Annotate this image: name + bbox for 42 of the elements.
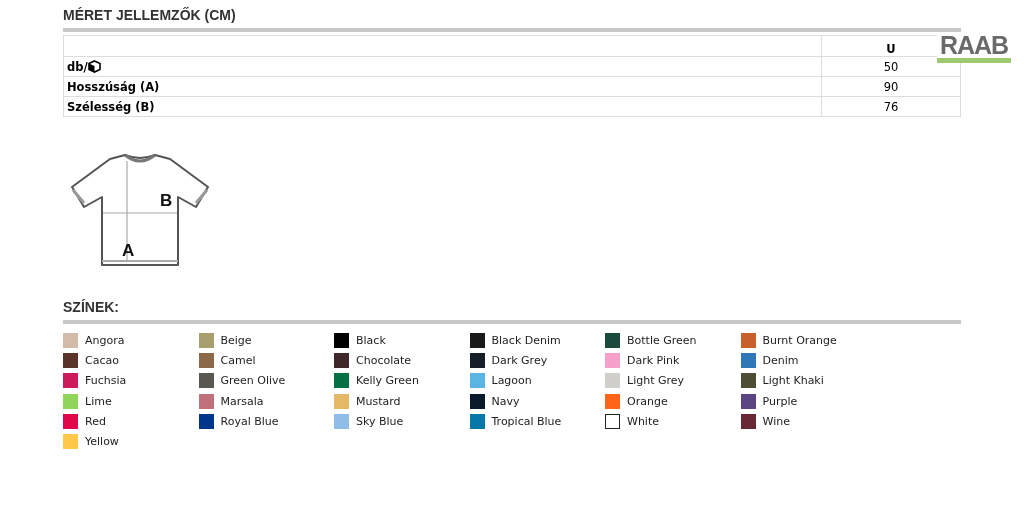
color-name: Light Grey (627, 374, 685, 388)
color-name: Burnt Orange (762, 333, 837, 347)
color-name: Red (85, 414, 106, 428)
row-label-text: Hosszúság (A) (67, 79, 160, 94)
color-name: Kelly Green (356, 374, 419, 388)
color-name: Royal Blue (220, 414, 279, 428)
color-name: Purple (762, 394, 798, 408)
row-label-text: db/ (67, 59, 88, 74)
color-name: Fuchsia (85, 374, 127, 388)
color-name: Marsala (220, 394, 264, 408)
box-icon (87, 59, 101, 73)
color-name: Dark Grey (491, 353, 548, 367)
color-name: Angora (85, 333, 125, 347)
section-title: MÉRET JELLEMZŐK (CM) (63, 7, 237, 23)
color-name: Beige (220, 333, 252, 347)
table-cell: 90 (821, 76, 961, 97)
color-name: Orange (627, 394, 668, 408)
color-name: Lime (85, 394, 112, 408)
color-name: Black (356, 333, 386, 347)
logo-text: RAAB (939, 33, 1009, 58)
length-label: A (122, 241, 135, 261)
color-name: Chocolate (356, 353, 412, 367)
width-label: B (160, 191, 173, 211)
color-name: Camel (220, 353, 256, 367)
color-name: Green Olive (220, 374, 286, 388)
color-name: Dark Pink (627, 353, 680, 367)
color-name: Navy (491, 394, 520, 408)
color-name: Wine (762, 414, 790, 428)
table-cell: 76 (821, 96, 961, 117)
color-name: Light Khaki (762, 374, 824, 388)
section-title: SZÍNEK: (63, 299, 120, 315)
color-name: Denim (762, 353, 799, 367)
color-name: Yellow (85, 435, 119, 449)
row-label-text: Szélesség (B) (67, 99, 155, 114)
color-name: White (627, 414, 659, 428)
color-name: Cacao (85, 353, 119, 367)
color-name: Mustard (356, 394, 401, 408)
color-name: Lagoon (491, 374, 532, 388)
color-name: Black Denim (491, 333, 561, 347)
color-name: Tropical Blue (491, 414, 562, 428)
color-name: Sky Blue (356, 414, 404, 428)
color-name: Bottle Green (627, 333, 697, 347)
